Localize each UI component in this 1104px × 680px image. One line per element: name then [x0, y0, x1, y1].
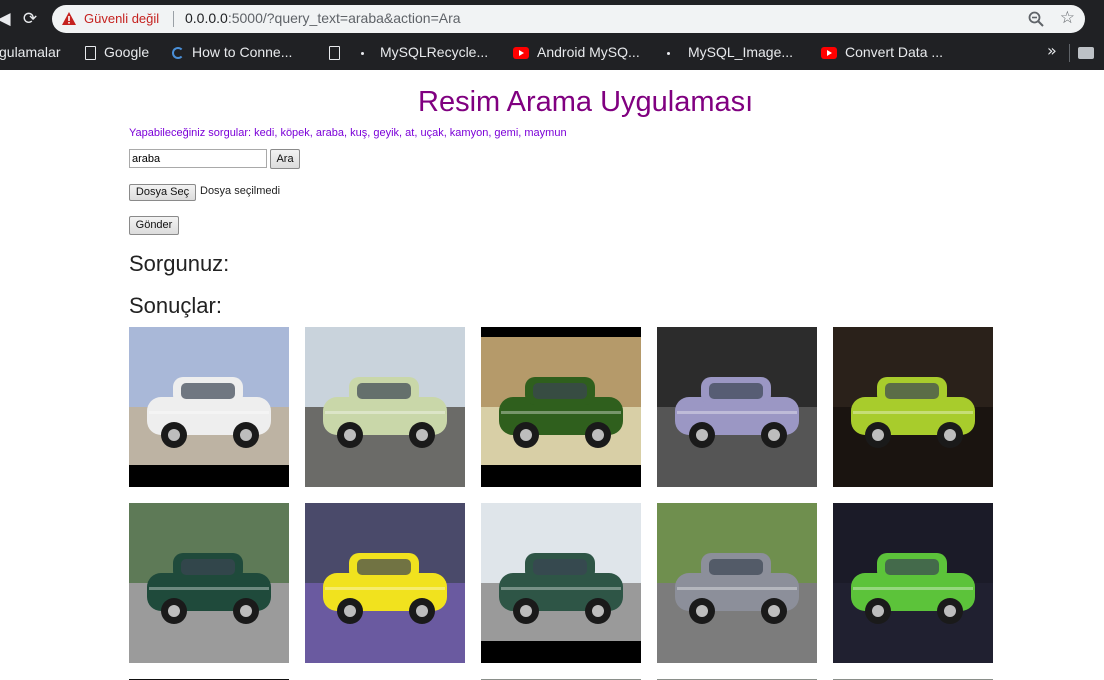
doc-icon [85, 46, 96, 61]
zoom-out-icon[interactable] [1027, 10, 1045, 28]
bookmark-convert-data[interactable]: Convert Data ... [821, 42, 943, 62]
bookmark-mysqlrecycle[interactable]: MySQLRecycle... [361, 42, 488, 62]
result-image[interactable] [305, 503, 465, 663]
url-text[interactable]: 0.0.0.0:5000/?query_text=araba&action=Ar… [185, 10, 461, 26]
browser-toolbar: ◀ ⟳ Güvenli değil 0.0.0.0:5000/?query_te… [0, 0, 1104, 38]
bookmarks-separator [1069, 44, 1070, 62]
submit-button[interactable]: Gönder [129, 216, 179, 235]
dot-icon [667, 51, 670, 55]
bookmark-untitled[interactable] [329, 42, 348, 62]
loading-icon [172, 47, 184, 60]
bookmark-google[interactable]: Google [85, 42, 149, 62]
warning-icon [62, 12, 76, 25]
folder-icon[interactable] [1078, 47, 1094, 59]
bookmark-label: Google [104, 44, 150, 60]
bookmark-star-icon[interactable]: ☆ [1060, 8, 1075, 28]
security-label[interactable]: Güvenli değil [84, 11, 159, 26]
bookmark-label: How to Conne... [192, 44, 293, 60]
bookmark-mysql-image[interactable]: MySQL_Image... [667, 42, 793, 62]
result-image[interactable] [481, 327, 641, 487]
youtube-icon [513, 47, 529, 60]
result-image[interactable] [305, 327, 465, 487]
result-image[interactable] [481, 503, 641, 663]
address-bar[interactable]: Güvenli değil 0.0.0.0:5000/?query_text=a… [52, 5, 1085, 33]
file-status: Dosya seçilmedi [200, 185, 281, 197]
result-image[interactable] [833, 327, 993, 487]
bookmark-label: MySQL_Image... [688, 44, 794, 60]
bookmark-label: Convert Data ... [845, 44, 944, 60]
reload-icon[interactable]: ⟳ [20, 9, 40, 29]
search-input[interactable] [129, 149, 267, 168]
result-image[interactable] [657, 503, 817, 663]
result-image[interactable] [129, 503, 289, 663]
url-host: 0.0.0.0 [185, 10, 228, 26]
choose-file-button[interactable]: Dosya Seç [129, 184, 196, 201]
back-icon[interactable]: ◀ [0, 9, 14, 29]
doc-icon [329, 46, 340, 61]
results-heading: Sonuçlar: [129, 293, 222, 318]
bookmark-android-mysql[interactable]: Android MySQ... [513, 42, 640, 62]
url-path: :5000/?query_text=araba&action=Ara [227, 10, 461, 26]
address-separator [173, 11, 174, 27]
bookmark-label: Android MySQ... [537, 44, 640, 60]
bookmark-label: gulamalar [0, 44, 61, 60]
result-image[interactable] [833, 503, 993, 663]
result-image[interactable] [657, 327, 817, 487]
youtube-icon [821, 47, 837, 60]
page-title: Resim Arama Uygulaması [418, 86, 754, 118]
bookmark-label: MySQLRecycle... [380, 44, 489, 60]
bookmark-apps[interactable]: gulamalar [0, 42, 60, 62]
dot-icon [361, 51, 364, 55]
search-button[interactable]: Ara [270, 149, 300, 169]
query-heading: Sorgunuz: [129, 251, 230, 276]
result-image[interactable] [129, 327, 289, 487]
more-bookmarks-chevron[interactable]: » [1047, 41, 1057, 60]
bookmark-how-to-connect[interactable]: How to Conne... [172, 42, 292, 62]
query-hint: Yapabileceğiniz sorgular: kedi, köpek, a… [129, 127, 567, 139]
